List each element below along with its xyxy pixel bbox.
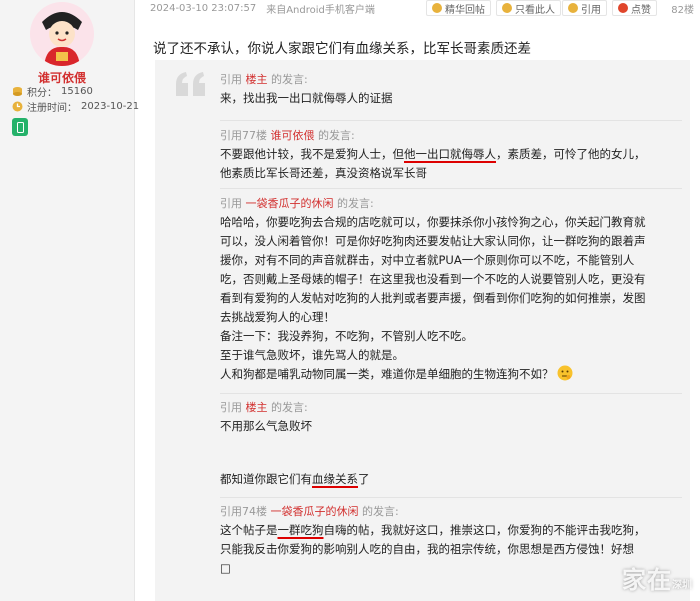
quote-button[interactable]: 引用 (562, 0, 607, 16)
author-only-button[interactable]: 只看此人 (496, 0, 561, 16)
avatar[interactable] (30, 2, 94, 66)
quote-line: 哈哈哈，你要吃狗去合规的店吃就可以，你要抹杀你小孩怜狗之心，你关起门教育就 (220, 215, 646, 229)
fire-icon (618, 3, 628, 13)
points-row: 积分： 15160 (12, 84, 93, 99)
quote-citation: 引用74楼 一袋香瓜子的休闲 的发言: (220, 502, 682, 521)
quote-citation: 引用 楼主 的发言: (220, 70, 682, 89)
cite-suffix: 的发言: (267, 401, 308, 414)
user-sidebar: 谁可依偎 积分： 15160 注册时间： 2023-10-21 (0, 0, 139, 601)
cite-prefix: 引用 (220, 73, 246, 86)
quote-line: 援你，对有不同的声音就群击，对中立者就PUA一个原则你可以不吃，不能管别人 (220, 253, 635, 267)
quote-citation: 引用77楼 谁可依偎 的发言: (220, 126, 682, 145)
post-content: 说了还不承认，你说人家跟它们有血缘关系，比军长哥素质还差 (153, 41, 531, 57)
quote-citation: 引用 一袋香瓜子的休闲 的发言: (220, 194, 682, 213)
cite-prefix: 引用 (220, 401, 246, 414)
thinking-face-icon (557, 365, 573, 381)
reply-line: 都知道你跟它们有血缘关系了 (220, 472, 370, 486)
quote-line: 这个帖子是一群吃狗自嗨的帖，我就好这口，推崇这口，你爱狗的不能评击我吃狗， (220, 523, 646, 537)
recommend-button[interactable]: 精华回帖 (426, 0, 491, 16)
post-time: 2024-03-10 23:07:57 (150, 2, 257, 14)
cite-author[interactable]: 楼主 (246, 401, 268, 414)
quote-line: 备注一下：我没养狗，不吃狗，不管别人吃不吃。 (220, 329, 473, 343)
quote-line: 不要跟他计较，我不是爱狗人士，但他一出口就侮辱人，素质差，可怜了他的女儿， (220, 147, 646, 161)
quote-line: 他素质比军长哥还差，真没资格说军长哥 (220, 166, 427, 180)
quote-body: 不用那么气急败坏 (220, 417, 682, 436)
floor-number: 82楼 (671, 5, 694, 16)
post-source: 来自Android手机客户端 (266, 4, 375, 16)
coin-stack-icon (12, 86, 23, 97)
like-button[interactable]: 点赞 (612, 0, 657, 16)
quote-block: 引用 楼主 的发言: 来，找出我一出口就侮辱人的证据 (220, 70, 682, 108)
points-value: 15160 (61, 86, 93, 97)
cite-prefix: 引用77楼 (220, 129, 271, 142)
quote-line: 看到有爱狗的人发帖对吃狗的人批判或者要声援，倒看到你们吃狗的如何推崇，发图 (220, 291, 646, 305)
underlined-phrase: 血缘关系 (312, 472, 358, 486)
phone-icon (12, 118, 28, 136)
quote-block: 引用 楼主 的发言: 不用那么气急败坏 (220, 393, 682, 436)
cite-suffix: 的发言: (358, 505, 399, 518)
quote-body: 哈哈哈，你要吃狗去合规的店吃就可以，你要抹杀你小孩怜狗之心，你关起门教育就 可以… (220, 213, 682, 384)
cite-prefix: 引用 (220, 197, 246, 210)
quote-body: 来，找出我一出口就侮辱人的证据 (220, 89, 682, 108)
quote-bubble-icon (568, 3, 578, 13)
quote-citation: 引用 楼主 的发言: (220, 398, 682, 417)
cite-author[interactable]: 谁可依偎 (271, 129, 315, 142)
watermark-main: 家在 (622, 566, 672, 594)
quote-body: 不要跟他计较，我不是爱狗人士，但他一出口就侮辱人，素质差，可怜了他的女儿， 他素… (220, 145, 682, 183)
points-label: 积分： (27, 88, 57, 99)
cite-author[interactable]: 一袋香瓜子的休闲 (246, 197, 334, 210)
quote-line: 人和狗都是哺乳动物同属一类，难道你是单细胞的生物连狗不如？ (220, 365, 682, 384)
cite-author[interactable]: 楼主 (246, 73, 268, 86)
watermark: 家在深圳 (622, 560, 692, 595)
register-date: 2023-10-21 (81, 101, 140, 112)
quote-line: 吃，否则戴上圣母婊的帽子！在这里我也没看到一个不吃的人说要管别人吃，更没有 (220, 272, 646, 286)
cite-author[interactable]: 一袋香瓜子的休闲 (271, 505, 359, 518)
clock-icon (12, 101, 23, 112)
register-label: 注册时间： (27, 103, 77, 114)
quote-line: 至于谁气急败坏，谁先骂人的就是。 (220, 348, 404, 362)
quote-body: 这个帖子是一群吃狗自嗨的帖，我就好这口，推崇这口，你爱狗的不能评击我吃狗， 只能… (220, 521, 682, 578)
quote-line: 不用那么气急败坏 (220, 419, 312, 433)
cite-prefix: 引用74楼 (220, 505, 271, 518)
like-label: 点赞 (631, 4, 651, 16)
author-only-label: 只看此人 (515, 4, 555, 16)
quote-block: 引用77楼 谁可依偎 的发言: 不要跟他计较，我不是爱狗人士，但他一出口就侮辱人… (220, 120, 682, 183)
recommend-label: 精华回帖 (445, 4, 485, 16)
quote-line-text: 人和狗都是哺乳动物同属一类，难道你是单细胞的生物连狗不如？ (220, 367, 554, 381)
underlined-phrase: 一群吃狗 (277, 523, 324, 537)
recommend-icon (432, 3, 442, 13)
quote-line: 去挑战爱狗人的心理！ (220, 310, 335, 324)
quote-line: 来，找出我一出口就侮辱人的证据 (220, 91, 393, 105)
quote-icon (174, 70, 208, 98)
quote-line: 只能我反击你爱狗的影响别人吃的自由，我的祖宗传统，你思想是西方侵蚀！好想 (220, 542, 634, 556)
cite-suffix: 的发言: (314, 129, 355, 142)
quote-block: 引用 一袋香瓜子的休闲 的发言: 哈哈哈，你要吃狗去合规的店吃就可以，你要抹杀你… (220, 188, 682, 384)
watermark-sub: 深圳 (672, 580, 692, 591)
cite-suffix: 的发言: (333, 197, 374, 210)
underlined-phrase: 他一出口就侮辱人 (404, 147, 496, 161)
quote-line: 可以，没人闲着管你！可是你好吃狗肉还要发帖让大家认同你，让一群吃狗的跟着声 (220, 234, 646, 248)
cite-suffix: 的发言: (267, 73, 308, 86)
quote-line: □ (220, 561, 231, 575)
quote-label: 引用 (581, 4, 601, 16)
quote-block: 引用74楼 一袋香瓜子的休闲 的发言: 这个帖子是一群吃狗自嗨的帖，我就好这口，… (220, 497, 682, 578)
user-icon (502, 3, 512, 13)
register-row: 注册时间： 2023-10-21 (12, 99, 139, 114)
